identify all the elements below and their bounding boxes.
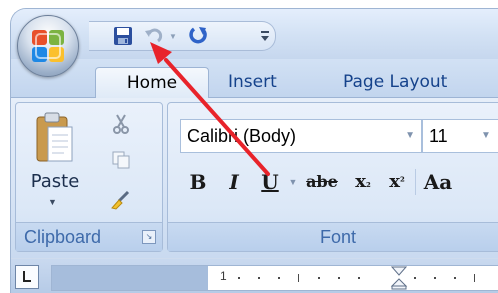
annotation-arrow-shaft (164, 58, 270, 176)
annotation-arrow (150, 42, 270, 176)
